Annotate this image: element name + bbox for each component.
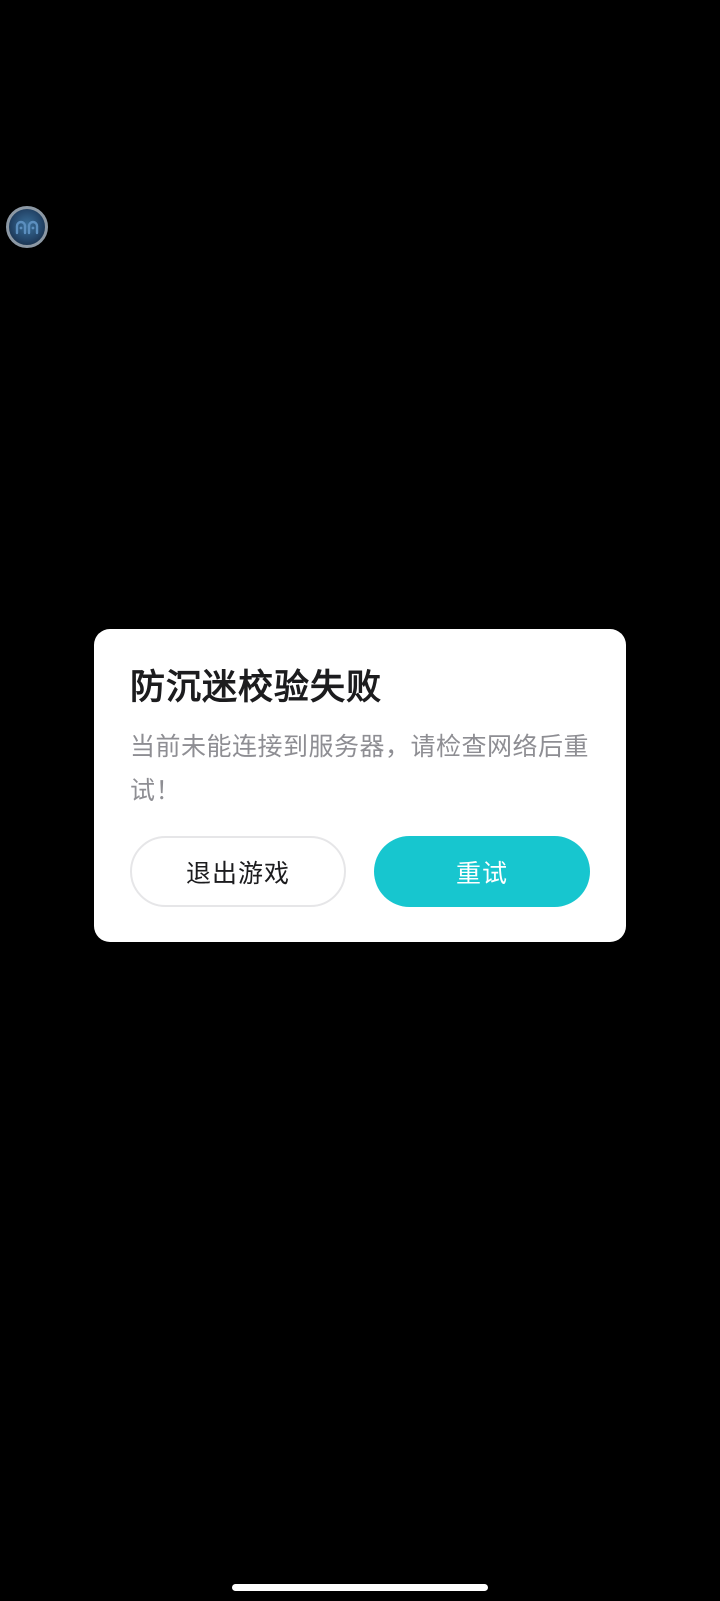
dialog-actions: 退出游戏 重试	[130, 836, 590, 907]
anti-addiction-error-dialog: 防沉迷校验失败 当前未能连接到服务器，请检查网络后重试！ 退出游戏 重试	[94, 629, 626, 942]
game-assistant-icon	[15, 220, 39, 235]
screen: 防沉迷校验失败 当前未能连接到服务器，请检查网络后重试！ 退出游戏 重试	[0, 0, 720, 1601]
dialog-message: 当前未能连接到服务器，请检查网络后重试！	[130, 732, 590, 805]
exit-game-button[interactable]: 退出游戏	[130, 836, 346, 907]
home-indicator[interactable]	[232, 1584, 488, 1591]
dialog-title: 防沉迷校验失败	[130, 668, 383, 708]
floating-assistant-ball[interactable]	[6, 206, 48, 248]
retry-button[interactable]: 重试	[374, 836, 590, 907]
